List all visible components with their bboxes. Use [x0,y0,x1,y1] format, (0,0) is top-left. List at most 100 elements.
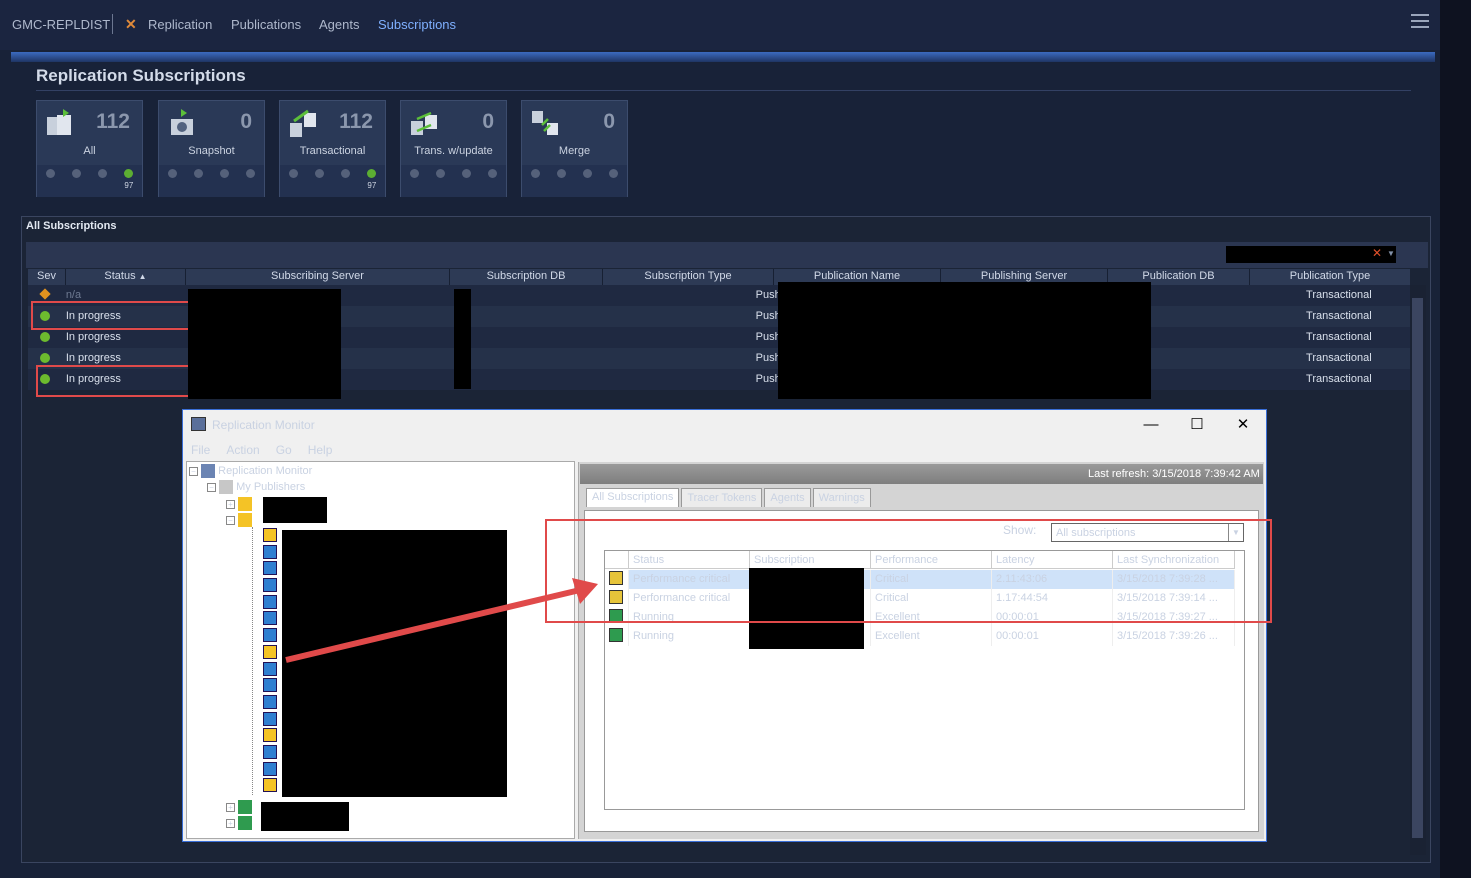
publication-icon[interactable] [263,744,277,759]
ok-status-icon [28,327,62,348]
publisher-icon [238,800,253,814]
publication-icon[interactable] [263,661,277,676]
filter-input[interactable] [1226,246,1396,263]
card-all[interactable]: 112 All 97 [36,100,143,197]
row-pub-type: Transactional [1306,373,1372,385]
tree-publisher[interactable]: + [226,497,253,511]
publication-warning-icon[interactable] [263,528,277,542]
col-subscription-type[interactable]: Subscription Type [603,269,774,285]
publication-warning-icon[interactable] [263,778,277,793]
tab-agents[interactable]: Agents [764,488,811,507]
clear-filter-icon[interactable]: ✕ [1372,246,1382,260]
scrollbar-thumb[interactable] [1412,298,1423,838]
nav-publications[interactable]: Publications [231,17,301,32]
nav-subscriptions[interactable]: Subscriptions [378,17,456,32]
ok-count: 97 [367,181,377,190]
server-name: GMC-REPLDIST [12,17,111,32]
redacted-block [454,289,471,389]
menu-go[interactable]: Go [268,441,300,457]
transactional-icon [290,109,316,137]
card-label: All [83,145,96,157]
menu-bar: File Action Go Help [183,441,340,457]
publication-warning-icon[interactable] [263,728,277,743]
tree-my-publishers[interactable]: − My Publishers [207,480,305,494]
col-subscribing-server[interactable]: Subscribing Server [186,269,450,285]
tab-strip: All Subscriptions Tracer Tokens Agents W… [586,488,873,507]
nav-replication[interactable]: Replication [148,17,212,32]
publication-icon[interactable] [263,594,277,609]
publication-warning-icon[interactable] [263,644,277,659]
publishers-icon [219,480,234,494]
col-sev[interactable]: Sev [28,269,66,285]
card-label: Transactional [299,145,366,157]
tree-publisher[interactable]: − [226,513,253,527]
annotation-highlight [545,519,1272,623]
app-window-icon [191,417,206,431]
severity-strip: 97 [37,165,142,197]
publication-icon[interactable] [263,628,277,643]
row-pub-type: Transactional [1306,352,1372,364]
tree-publisher[interactable]: + [226,800,253,814]
card-count: 0 [482,110,494,133]
tab-all-subscriptions[interactable]: All Subscriptions [586,488,680,507]
sort-asc-icon: ▲ [138,272,147,281]
col-status-label: Status [104,270,136,282]
row-latency: 00:00:01 [992,627,1113,646]
col-publication-type[interactable]: Publication Type [1250,269,1410,285]
menu-file[interactable]: File [183,441,218,457]
publication-icon[interactable] [263,694,277,709]
list-row[interactable]: Running Excellent 00:00:01 3/15/2018 7:3… [605,627,1235,646]
merge-icon [532,111,558,135]
annotation-highlight [36,365,188,397]
title-divider [36,90,1411,91]
publication-icon[interactable] [263,761,277,776]
ok-count: 97 [124,181,134,190]
publication-icon[interactable] [263,561,277,576]
tab-tracer-tokens[interactable]: Tracer Tokens [681,488,763,507]
warning-icon [238,513,253,527]
top-nav-bar [0,0,1440,50]
card-transactional[interactable]: 112 Transactional 97 [279,100,386,197]
tree-root[interactable]: − Replication Monitor [189,464,312,478]
nav-divider [112,14,113,34]
card-merge[interactable]: 0 Merge [521,100,628,197]
hamburger-menu-icon[interactable] [1411,14,1429,30]
publication-icon[interactable] [263,611,277,626]
annotation-arrow [285,578,598,663]
card-snapshot[interactable]: 0 Snapshot [158,100,265,197]
row-last-sync: 3/15/2018 7:39:26 ... [1113,627,1235,646]
publication-icon[interactable] [263,544,277,559]
col-subscription-db[interactable]: Subscription DB [450,269,603,285]
all-subscriptions-icon [47,109,71,135]
warning-icon [238,497,253,511]
trans-update-icon [411,111,437,135]
publication-list [263,528,277,793]
card-count: 0 [603,110,615,133]
chevron-down-icon[interactable]: ▼ [1387,249,1395,258]
card-count: 112 [339,110,373,133]
minimize-button[interactable]: — [1131,412,1171,438]
header-accent-bar [11,52,1435,62]
nav-agents[interactable]: Agents [319,17,359,32]
card-label: Merge [558,145,591,157]
menu-action[interactable]: Action [218,441,267,457]
tree-guide [252,527,253,795]
side-strip [1440,0,1471,878]
tab-warnings[interactable]: Warnings [812,488,871,507]
row-status: In progress [65,331,121,343]
maximize-button[interactable]: ☐ [1177,412,1217,438]
col-status[interactable]: Status ▲ [66,269,186,285]
card-count: 112 [96,110,130,133]
grid-toolbar [26,242,1428,268]
card-trans-update[interactable]: 0 Trans. w/update [400,100,507,197]
publication-icon[interactable] [263,678,277,693]
monitor-icon [201,464,216,478]
publication-icon[interactable] [263,578,277,593]
publication-icon[interactable] [263,711,277,726]
grid-header: Sev Status ▲ Subscribing Server Subscrip… [28,269,1410,285]
redacted-block [261,802,349,831]
menu-help[interactable]: Help [300,441,341,457]
page-title: Replication Subscriptions [36,66,246,85]
close-button[interactable]: ✕ [1223,412,1263,438]
tree-publisher[interactable]: + [226,816,253,830]
